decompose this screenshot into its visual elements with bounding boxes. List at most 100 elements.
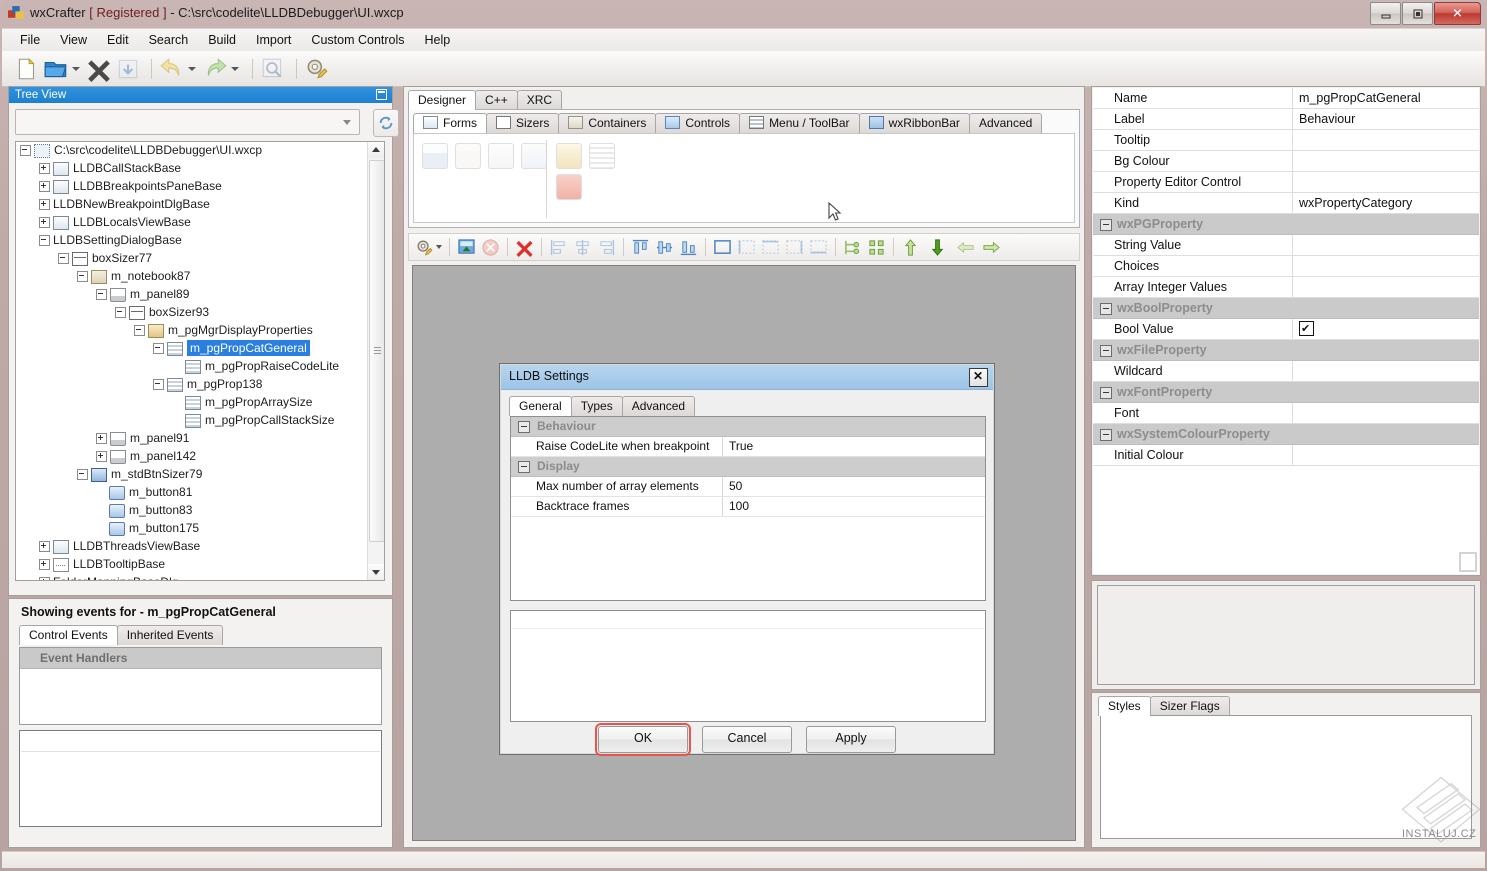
align-center-icon[interactable] bbox=[573, 238, 592, 257]
tree-node[interactable]: m_panel89 bbox=[16, 286, 368, 304]
expand-icon[interactable] bbox=[39, 577, 50, 580]
collapse-icon[interactable] bbox=[96, 289, 107, 300]
tree-node[interactable]: m_pgPropArraySize bbox=[16, 394, 368, 412]
property-row[interactable]: Property Editor Control bbox=[1093, 172, 1479, 193]
tree-node[interactable]: m_pgPropCatGeneral bbox=[16, 340, 368, 358]
properties-extra-box[interactable] bbox=[1097, 585, 1475, 685]
dialog-grid-row[interactable]: Raise CodeLite when breakpoint hitTrue bbox=[511, 437, 985, 457]
menu-item-help[interactable]: Help bbox=[415, 30, 461, 50]
wxpanel-icon[interactable] bbox=[488, 143, 514, 169]
property-category[interactable]: wxFontProperty bbox=[1093, 382, 1479, 403]
property-value[interactable] bbox=[1293, 256, 1479, 276]
tree-node[interactable]: m_pgPropCallStackSize bbox=[16, 412, 368, 430]
collapse-icon[interactable] bbox=[58, 253, 69, 264]
tree-node[interactable]: LLDBNewBreakpointDlgBase bbox=[16, 196, 368, 214]
collapse-icon[interactable] bbox=[518, 421, 530, 433]
collapse-icon[interactable] bbox=[153, 343, 164, 354]
tree-node[interactable]: LLDBThreadsViewBase bbox=[16, 538, 368, 556]
apply-button[interactable]: Apply bbox=[806, 726, 896, 753]
ok-button[interactable]: OK bbox=[598, 726, 688, 753]
tree-node[interactable]: m_pgProp138 bbox=[16, 376, 368, 394]
expand-icon[interactable] bbox=[39, 559, 50, 570]
settings-button[interactable] bbox=[304, 56, 330, 82]
collapse-icon[interactable] bbox=[20, 145, 31, 156]
scrollbar-thumb[interactable] bbox=[369, 160, 385, 542]
expand-icon[interactable] bbox=[39, 181, 50, 192]
collapse-icon[interactable] bbox=[77, 271, 88, 282]
dialog-grid-value[interactable]: True bbox=[723, 437, 985, 456]
menu-item-view[interactable]: View bbox=[50, 30, 97, 50]
event-detail-box[interactable] bbox=[19, 730, 382, 827]
collapse-icon[interactable] bbox=[77, 469, 88, 480]
property-value[interactable] bbox=[1293, 277, 1479, 297]
property-value[interactable] bbox=[1293, 235, 1479, 255]
tree-refresh-button[interactable] bbox=[373, 109, 399, 137]
property-row[interactable]: Namem_pgPropCatGeneral bbox=[1093, 88, 1479, 109]
preview-button[interactable] bbox=[260, 56, 286, 82]
dialog-close-button[interactable] bbox=[969, 368, 988, 387]
property-value[interactable] bbox=[1293, 445, 1479, 465]
cancel-button[interactable]: Cancel bbox=[702, 726, 792, 753]
palette-tab-ribbonbar[interactable]: wxRibbonBar bbox=[859, 113, 970, 133]
tab-control-events[interactable]: Control Events bbox=[19, 625, 118, 645]
align-middle-icon[interactable] bbox=[655, 238, 674, 257]
property-value[interactable] bbox=[1293, 319, 1479, 339]
wxpopup-icon[interactable] bbox=[556, 174, 582, 200]
property-row[interactable]: Bg Colour bbox=[1093, 151, 1479, 172]
close-button[interactable]: ✕ bbox=[1434, 2, 1481, 25]
palette-tab-containers[interactable]: Containers bbox=[558, 113, 656, 133]
property-row[interactable]: Font bbox=[1093, 403, 1479, 424]
undo-button[interactable] bbox=[159, 56, 185, 82]
property-value[interactable] bbox=[1293, 361, 1479, 381]
align-right-icon[interactable] bbox=[597, 238, 616, 257]
grid-icon[interactable] bbox=[867, 238, 886, 257]
properties-grid[interactable]: Namem_pgPropCatGeneralLabelBehaviourTool… bbox=[1093, 88, 1479, 574]
move-right-icon[interactable] bbox=[982, 238, 1001, 257]
tree-node[interactable]: LLDBSettingDialogBase bbox=[16, 232, 368, 250]
property-category[interactable]: wxFileProperty bbox=[1093, 340, 1479, 361]
move-down-icon[interactable] bbox=[928, 238, 947, 257]
border-left-icon[interactable] bbox=[737, 238, 756, 257]
property-row[interactable]: Tooltip bbox=[1093, 130, 1479, 151]
expand-icon[interactable] bbox=[843, 238, 862, 257]
open-file-dropdown-icon[interactable] bbox=[72, 67, 80, 71]
property-row[interactable]: Choices bbox=[1093, 256, 1479, 277]
collapse-icon[interactable] bbox=[1100, 387, 1112, 399]
tree-node[interactable]: LLDBTooltipBase bbox=[16, 556, 368, 574]
wxwizard-icon[interactable] bbox=[521, 143, 547, 169]
redo-button[interactable] bbox=[202, 56, 228, 82]
dialog-description-box[interactable] bbox=[510, 610, 986, 722]
palette-tab-menu-toolbar[interactable]: Menu / ToolBar bbox=[739, 113, 860, 133]
property-row[interactable]: KindwxPropertyCategory bbox=[1093, 193, 1479, 214]
border-right-icon[interactable] bbox=[785, 238, 804, 257]
dialog-grid-value[interactable]: 100 bbox=[723, 497, 985, 516]
undo-dropdown-icon[interactable] bbox=[188, 67, 196, 71]
gear-icon[interactable] bbox=[415, 238, 434, 257]
property-value[interactable] bbox=[1293, 403, 1479, 423]
tree-node[interactable]: FolderMappingBaseDlg bbox=[16, 574, 368, 580]
collapse-icon[interactable] bbox=[153, 379, 164, 390]
collapse-icon[interactable] bbox=[1100, 219, 1112, 231]
collapse-icon[interactable] bbox=[39, 235, 50, 246]
maximize-button[interactable] bbox=[1402, 2, 1433, 25]
tree-node[interactable]: LLDBCallStackBase bbox=[16, 160, 368, 178]
resize-handle[interactable] bbox=[1459, 552, 1477, 572]
tree-node[interactable]: C:\src\codelite\LLDBDebugger\UI.wxcp bbox=[16, 142, 368, 160]
expand-icon[interactable] bbox=[96, 433, 107, 444]
collapse-icon[interactable] bbox=[115, 307, 126, 318]
tree-view-control[interactable]: C:\src\codelite\LLDBDebugger\UI.wxcpLLDB… bbox=[15, 141, 385, 581]
tree-node[interactable]: m_button83 bbox=[16, 502, 368, 520]
tree-node[interactable]: boxSizer93 bbox=[16, 304, 368, 322]
property-value[interactable] bbox=[1293, 130, 1479, 150]
property-value[interactable] bbox=[1293, 151, 1479, 171]
tree-node[interactable]: LLDBLocalsViewBase bbox=[16, 214, 368, 232]
save-button[interactable] bbox=[115, 56, 141, 82]
palette-tab-sizers[interactable]: Sizers bbox=[486, 113, 559, 133]
border-all-icon[interactable] bbox=[713, 238, 732, 257]
dialog-property-grid[interactable]: BehaviourRaise CodeLite when breakpoint … bbox=[510, 416, 986, 601]
collapse-icon[interactable] bbox=[1100, 429, 1112, 441]
tree-node[interactable]: m_panel91 bbox=[16, 430, 368, 448]
palette-tab-advanced[interactable]: Advanced bbox=[969, 113, 1042, 133]
property-value[interactable]: Behaviour bbox=[1293, 109, 1479, 129]
designer-canvas[interactable]: LLDB Settings General Types Advanced Beh… bbox=[412, 265, 1076, 841]
